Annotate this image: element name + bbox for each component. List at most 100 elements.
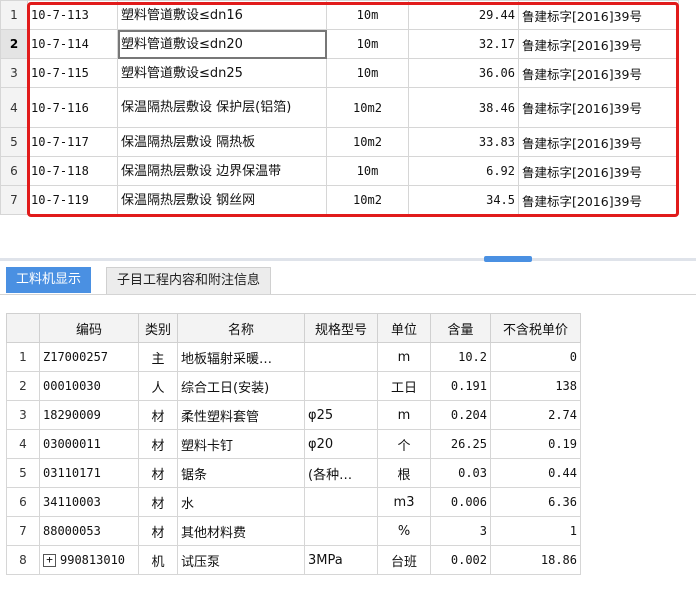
quota-name[interactable]: 塑料管道敷设≤dn25 [117, 58, 327, 88]
resource-code[interactable]: Z17000257 [39, 342, 139, 372]
header-unit[interactable]: 单位 [377, 313, 431, 343]
resource-code[interactable]: 18290009 [39, 400, 139, 430]
resource-row-3[interactable]: 3 18290009 材 柔性塑料套管 φ25 m 0.204 2.74 [6, 400, 581, 430]
resource-qty[interactable]: 26.25 [430, 429, 491, 459]
resource-name[interactable]: 柔性塑料套管 [177, 400, 305, 430]
header-type[interactable]: 类别 [138, 313, 178, 343]
resource-qty[interactable]: 0.03 [430, 458, 491, 488]
resource-name[interactable]: 塑料卡钉 [177, 429, 305, 459]
quota-code[interactable]: 10-7-118 [27, 156, 118, 186]
resource-spec[interactable] [304, 487, 378, 517]
quota-row-1[interactable]: 1 10-7-113 塑料管道敷设≤dn16 10m 29.44 鲁建标字[20… [0, 0, 679, 30]
quota-name[interactable]: 保温隔热层敷设 隔热板 [117, 127, 327, 157]
resource-type[interactable]: 主 [138, 342, 178, 372]
resource-price[interactable]: 138 [490, 371, 581, 401]
resource-name[interactable]: 水 [177, 487, 305, 517]
quota-basis[interactable]: 鲁建标字[2016]39号 [518, 127, 679, 157]
resource-price[interactable]: 18.86 [490, 545, 581, 575]
quota-price[interactable]: 34.5 [408, 185, 519, 215]
quota-code[interactable]: 10-7-113 [27, 0, 118, 30]
quota-row-3[interactable]: 3 10-7-115 塑料管道敷设≤dn25 10m 36.06 鲁建标字[20… [0, 58, 679, 88]
quota-unit[interactable]: 10m2 [326, 185, 409, 215]
quota-unit[interactable]: 10m2 [326, 127, 409, 157]
resource-name[interactable]: 地板辐射采暖… [177, 342, 305, 372]
resource-qty[interactable]: 10.2 [430, 342, 491, 372]
panel-splitter[interactable] [0, 258, 696, 261]
quota-price[interactable]: 29.44 [408, 0, 519, 30]
resource-row-7[interactable]: 7 88000053 材 其他材料费 % 3 1 [6, 516, 581, 546]
resource-type[interactable]: 材 [138, 516, 178, 546]
resource-spec[interactable] [304, 342, 378, 372]
resource-name[interactable]: 锯条 [177, 458, 305, 488]
quota-basis[interactable]: 鲁建标字[2016]39号 [518, 185, 679, 215]
resource-qty[interactable]: 0.191 [430, 371, 491, 401]
resource-name[interactable]: 综合工日(安装) [177, 371, 305, 401]
resource-qty[interactable]: 0.006 [430, 487, 491, 517]
quota-price[interactable]: 33.83 [408, 127, 519, 157]
quota-unit[interactable]: 10m [326, 29, 409, 59]
quota-basis[interactable]: 鲁建标字[2016]39号 [518, 29, 679, 59]
resource-price[interactable]: 2.74 [490, 400, 581, 430]
resource-type[interactable]: 机 [138, 545, 178, 575]
resource-code[interactable]: 88000053 [39, 516, 139, 546]
resource-unit[interactable]: 根 [377, 458, 431, 488]
resource-type[interactable]: 材 [138, 487, 178, 517]
quota-name-selected-cell[interactable]: 塑料管道敷设≤dn20 [117, 29, 327, 59]
quota-basis[interactable]: 鲁建标字[2016]39号 [518, 87, 679, 128]
quota-name[interactable]: 保温隔热层敷设 钢丝网 [117, 185, 327, 215]
resource-type[interactable]: 材 [138, 458, 178, 488]
resource-code[interactable]: 03000011 [39, 429, 139, 459]
resource-price[interactable]: 0.44 [490, 458, 581, 488]
resource-price[interactable]: 6.36 [490, 487, 581, 517]
resource-unit[interactable]: % [377, 516, 431, 546]
resource-name[interactable]: 试压泵 [177, 545, 305, 575]
resource-row-2[interactable]: 2 00010030 人 综合工日(安装) 工日 0.191 138 [6, 371, 581, 401]
resource-price[interactable]: 0.19 [490, 429, 581, 459]
quota-code[interactable]: 10-7-119 [27, 185, 118, 215]
quota-name[interactable]: 保温隔热层敷设 边界保温带 [117, 156, 327, 186]
quota-price[interactable]: 6.92 [408, 156, 519, 186]
resource-qty[interactable]: 3 [430, 516, 491, 546]
resource-type[interactable]: 材 [138, 400, 178, 430]
quota-code[interactable]: 10-7-114 [27, 29, 118, 59]
resource-unit[interactable]: 台班 [377, 545, 431, 575]
header-code[interactable]: 编码 [39, 313, 139, 343]
quota-basis[interactable]: 鲁建标字[2016]39号 [518, 58, 679, 88]
quota-basis[interactable]: 鲁建标字[2016]39号 [518, 0, 679, 30]
resource-unit[interactable]: m [377, 342, 431, 372]
resource-code[interactable]: 03110171 [39, 458, 139, 488]
resource-row-1[interactable]: 1 Z17000257 主 地板辐射采暖… m 10.2 0 [6, 342, 581, 372]
header-name[interactable]: 名称 [177, 313, 305, 343]
quota-name[interactable]: 保温隔热层敷设 保护层(铝箔) [117, 87, 327, 128]
resource-qty[interactable]: 0.002 [430, 545, 491, 575]
splitter-handle[interactable] [484, 256, 532, 262]
quota-unit[interactable]: 10m [326, 58, 409, 88]
resource-row-4[interactable]: 4 03000011 材 塑料卡钉 φ20 个 26.25 0.19 [6, 429, 581, 459]
quota-price[interactable]: 36.06 [408, 58, 519, 88]
quota-code[interactable]: 10-7-116 [27, 87, 118, 128]
resource-row-5[interactable]: 5 03110171 材 锯条 (各种… 根 0.03 0.44 [6, 458, 581, 488]
quota-row-2[interactable]: 2 10-7-114 塑料管道敷设≤dn20 10m 32.17 鲁建标字[20… [0, 29, 679, 59]
resource-unit[interactable]: m [377, 400, 431, 430]
quota-row-7[interactable]: 7 10-7-119 保温隔热层敷设 钢丝网 10m2 34.5 鲁建标字[20… [0, 185, 679, 215]
quota-unit[interactable]: 10m2 [326, 87, 409, 128]
resource-spec[interactable]: φ20 [304, 429, 378, 459]
header-spec[interactable]: 规格型号 [304, 313, 378, 343]
resource-spec[interactable]: (各种… [304, 458, 378, 488]
resource-spec[interactable]: 3MPa [304, 545, 378, 575]
resource-code[interactable]: 00010030 [39, 371, 139, 401]
resource-row-6[interactable]: 6 34110003 材 水 m3 0.006 6.36 [6, 487, 581, 517]
header-qty[interactable]: 含量 [430, 313, 491, 343]
expand-plus-icon[interactable]: + [43, 554, 56, 567]
resource-row-8[interactable]: 8 +990813010 机 试压泵 3MPa 台班 0.002 18.86 [6, 545, 581, 575]
resource-name[interactable]: 其他材料费 [177, 516, 305, 546]
quota-code[interactable]: 10-7-115 [27, 58, 118, 88]
quota-row-6[interactable]: 6 10-7-118 保温隔热层敷设 边界保温带 10m 6.92 鲁建标字[2… [0, 156, 679, 186]
resource-qty[interactable]: 0.204 [430, 400, 491, 430]
resource-unit[interactable]: 工日 [377, 371, 431, 401]
resource-spec[interactable] [304, 516, 378, 546]
quota-price[interactable]: 32.17 [408, 29, 519, 59]
resource-type[interactable]: 材 [138, 429, 178, 459]
quota-name[interactable]: 塑料管道敷设≤dn16 [117, 0, 327, 30]
tab-item-content[interactable]: 子目工程内容和附注信息 [106, 267, 272, 294]
